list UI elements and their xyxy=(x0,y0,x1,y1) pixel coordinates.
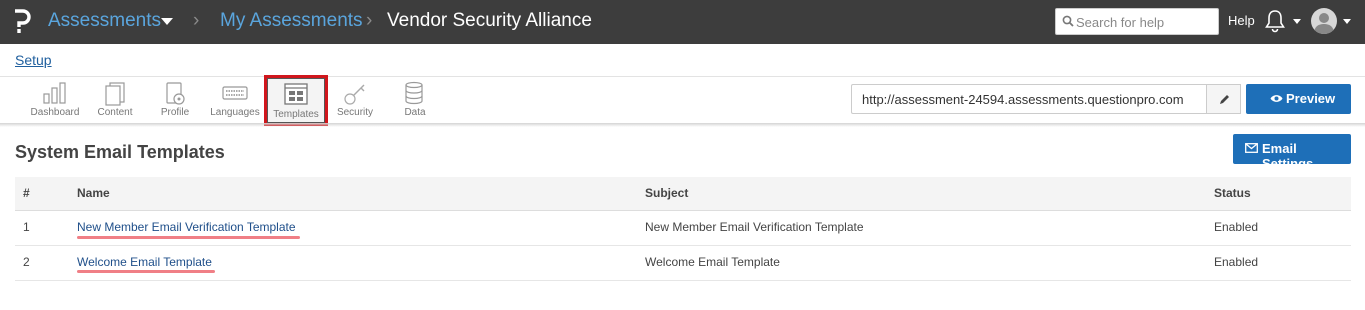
tool-label: Security xyxy=(336,107,374,118)
row-number: 1 xyxy=(23,220,30,234)
template-name-link[interactable]: New Member Email Verification Template xyxy=(77,220,296,234)
email-settings-button[interactable]: Email Settings xyxy=(1233,134,1351,171)
breadcrumb-separator: › xyxy=(366,10,373,31)
annotation-underline xyxy=(77,236,300,239)
tool-templates[interactable]: Templates xyxy=(264,75,328,126)
search-icon xyxy=(1062,15,1074,27)
survey-url-field[interactable]: http://assessment-24594.assessments.ques… xyxy=(851,84,1206,114)
breadcrumb-my-assessments[interactable]: My Assessments xyxy=(220,10,363,32)
eye-icon xyxy=(1270,95,1283,102)
notification-caret-icon[interactable] xyxy=(1293,19,1301,24)
template-subject: Welcome Email Template xyxy=(645,255,780,269)
tool-label: Content xyxy=(97,107,133,118)
breadcrumb-current: Vendor Security Alliance xyxy=(387,10,592,31)
column-header-subject[interactable]: Subject xyxy=(645,186,688,200)
table-row: 2 Welcome Email Template Welcome Email T… xyxy=(15,246,1351,281)
email-settings-label: Email Settings xyxy=(1262,141,1314,171)
template-status: Enabled xyxy=(1214,220,1259,234)
pencil-icon xyxy=(1220,95,1229,104)
divider xyxy=(0,76,1365,77)
profile-icon xyxy=(166,82,185,105)
table-row: 1 New Member Email Verification Template… xyxy=(15,211,1351,246)
tool-label: Templates xyxy=(273,109,319,120)
tool-data[interactable]: Data xyxy=(385,79,445,123)
questionpro-logo-icon[interactable] xyxy=(12,9,32,35)
notification-bell-icon[interactable] xyxy=(1264,9,1286,33)
column-header-name[interactable]: Name xyxy=(77,186,110,200)
template-status: Enabled xyxy=(1214,255,1259,269)
breadcrumb-separator: › xyxy=(193,10,200,31)
preview-label: Preview xyxy=(1286,91,1336,106)
keyboard-icon xyxy=(222,86,248,100)
setup-link[interactable]: Setup xyxy=(15,52,52,68)
key-icon xyxy=(344,84,365,105)
bar-chart-icon xyxy=(43,82,66,104)
tool-content[interactable]: Content xyxy=(85,79,145,123)
app-switcher-caret-icon[interactable] xyxy=(161,18,173,25)
user-menu-caret-icon[interactable] xyxy=(1343,19,1351,24)
user-avatar-icon xyxy=(1314,13,1334,34)
toolbar-shadow xyxy=(0,123,1365,127)
tool-label: Dashboard xyxy=(30,107,80,118)
top-bar: Assessments › My Assessments › Vendor Se… xyxy=(0,0,1365,44)
tool-label: Profile xyxy=(160,107,190,118)
tool-languages[interactable]: Languages xyxy=(205,79,265,123)
column-header-status[interactable]: Status xyxy=(1214,186,1251,200)
envelope-icon xyxy=(1245,143,1258,153)
column-header-num: # xyxy=(23,186,30,200)
document-icon xyxy=(105,82,125,106)
page-title: System Email Templates xyxy=(15,142,225,162)
tool-security[interactable]: Security xyxy=(325,79,385,123)
app-switcher-title[interactable]: Assessments xyxy=(48,10,161,32)
user-avatar[interactable] xyxy=(1311,8,1337,34)
template-grid-icon xyxy=(284,83,308,105)
tool-label: Data xyxy=(404,107,426,118)
tool-label: Languages xyxy=(210,107,260,118)
database-icon xyxy=(405,81,423,105)
template-name-link[interactable]: Welcome Email Template xyxy=(77,255,212,269)
help-search-box[interactable] xyxy=(1055,8,1219,35)
tool-dashboard[interactable]: Dashboard xyxy=(25,79,85,123)
preview-button[interactable]: Preview xyxy=(1246,84,1351,114)
edit-url-button[interactable] xyxy=(1206,84,1241,114)
table-header: # Name Subject Status xyxy=(15,177,1351,211)
annotation-underline xyxy=(77,270,215,273)
template-subject: New Member Email Verification Template xyxy=(645,220,864,234)
tool-profile[interactable]: Profile xyxy=(145,79,205,123)
help-link[interactable]: Help xyxy=(1228,13,1255,28)
help-search-input[interactable] xyxy=(1076,12,1216,32)
row-number: 2 xyxy=(23,255,30,269)
